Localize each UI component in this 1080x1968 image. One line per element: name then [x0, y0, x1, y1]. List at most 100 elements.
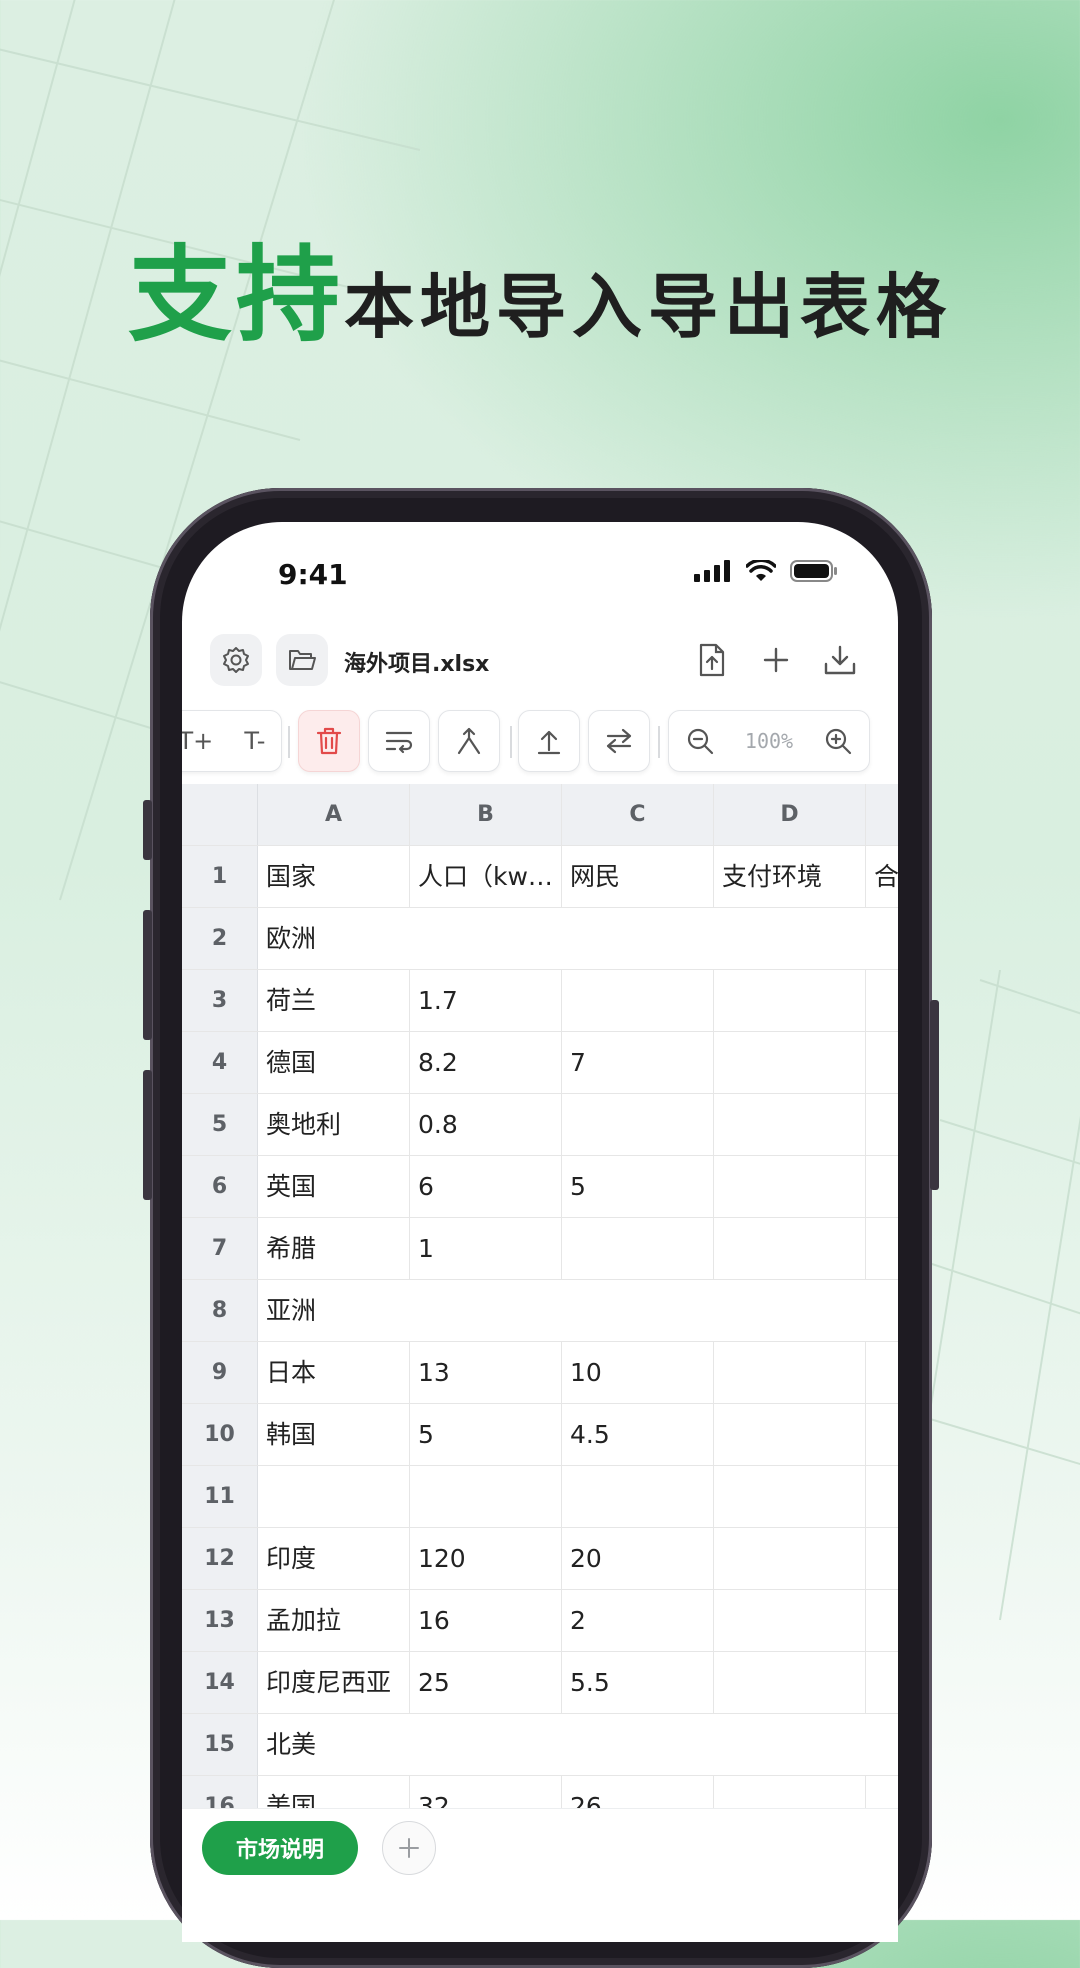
row-number[interactable]: 13	[182, 1590, 258, 1651]
zoom-in-icon[interactable]	[823, 726, 853, 756]
table-cell[interactable]: 10	[562, 1342, 714, 1403]
table-cell[interactable]	[714, 1590, 866, 1651]
settings-button[interactable]	[210, 634, 262, 686]
row-number[interactable]: 8	[182, 1280, 258, 1341]
table-cell[interactable]: 希腊	[258, 1218, 410, 1279]
row-number[interactable]: 5	[182, 1094, 258, 1155]
import-button[interactable]	[686, 634, 738, 686]
table-cell[interactable]: 英国	[258, 1156, 410, 1217]
table-cell[interactable]: 北美	[258, 1714, 898, 1775]
table-cell[interactable]: 5.5	[562, 1652, 714, 1713]
table-cell[interactable]: 32	[410, 1776, 562, 1808]
merge-button[interactable]	[438, 710, 500, 772]
table-cell[interactable]: 孟加拉	[258, 1590, 410, 1651]
font-increase-button[interactable]: T+	[182, 727, 213, 755]
table-cell[interactable]: 0.8	[410, 1094, 562, 1155]
row-number[interactable]: 14	[182, 1652, 258, 1713]
table-cell[interactable]	[258, 1466, 410, 1527]
table-cell[interactable]: 支付环境	[714, 846, 866, 907]
table-cell[interactable]	[714, 1218, 866, 1279]
delete-button[interactable]	[298, 710, 360, 772]
row-number[interactable]: 1	[182, 846, 258, 907]
row-number[interactable]: 12	[182, 1528, 258, 1589]
table-cell[interactable]: 印度	[258, 1528, 410, 1589]
table-cell[interactable]: 美国	[258, 1776, 410, 1808]
table-cell[interactable]	[866, 1776, 898, 1808]
row-number[interactable]: 4	[182, 1032, 258, 1093]
add-sheet-button[interactable]	[382, 1821, 436, 1875]
table-cell[interactable]: 13	[410, 1342, 562, 1403]
column-header[interactable]	[866, 784, 898, 845]
table-cell[interactable]: 国家	[258, 846, 410, 907]
table-cell[interactable]: 5	[410, 1404, 562, 1465]
table-cell[interactable]	[866, 1404, 898, 1465]
column-header[interactable]: A	[258, 784, 410, 845]
row-number[interactable]: 10	[182, 1404, 258, 1465]
table-cell[interactable]	[714, 1528, 866, 1589]
row-number[interactable]: 7	[182, 1218, 258, 1279]
download-button[interactable]	[814, 634, 866, 686]
table-cell[interactable]: 网民	[562, 846, 714, 907]
table-cell[interactable]: 人口（kw…	[410, 846, 562, 907]
table-cell[interactable]: 韩国	[258, 1404, 410, 1465]
table-cell[interactable]: 8.2	[410, 1032, 562, 1093]
upload-button[interactable]	[518, 710, 580, 772]
table-cell[interactable]: 德国	[258, 1032, 410, 1093]
font-decrease-button[interactable]: T-	[244, 727, 265, 755]
add-button[interactable]	[750, 634, 802, 686]
row-number[interactable]: 11	[182, 1466, 258, 1527]
table-cell[interactable]: 25	[410, 1652, 562, 1713]
table-cell[interactable]	[714, 1652, 866, 1713]
table-cell[interactable]: 1.7	[410, 970, 562, 1031]
table-cell[interactable]	[866, 1528, 898, 1589]
table-cell[interactable]	[714, 1094, 866, 1155]
table-cell[interactable]: 印度尼西亚	[258, 1652, 410, 1713]
file-name[interactable]: 海外项目.xlsx	[344, 646, 489, 678]
table-cell[interactable]	[866, 1218, 898, 1279]
table-cell[interactable]	[866, 1652, 898, 1713]
column-header[interactable]: D	[714, 784, 866, 845]
table-cell[interactable]	[714, 1156, 866, 1217]
table-cell[interactable]	[866, 1094, 898, 1155]
row-number[interactable]: 2	[182, 908, 258, 969]
table-cell[interactable]	[562, 1094, 714, 1155]
wrap-text-button[interactable]	[368, 710, 430, 772]
table-cell[interactable]	[866, 970, 898, 1031]
table-cell[interactable]: 奥地利	[258, 1094, 410, 1155]
table-cell[interactable]	[714, 1466, 866, 1527]
sheet-tab-active[interactable]: 市场说明	[202, 1821, 358, 1875]
open-folder-button[interactable]	[276, 634, 328, 686]
table-cell[interactable]: 欧洲	[258, 908, 898, 969]
table-cell[interactable]	[562, 1218, 714, 1279]
table-cell[interactable]: 合	[866, 846, 898, 907]
table-cell[interactable]	[714, 1032, 866, 1093]
table-cell[interactable]: 7	[562, 1032, 714, 1093]
row-number[interactable]: 16	[182, 1776, 258, 1808]
table-cell[interactable]: 4.5	[562, 1404, 714, 1465]
column-header[interactable]: C	[562, 784, 714, 845]
table-cell[interactable]	[866, 1590, 898, 1651]
table-cell[interactable]: 120	[410, 1528, 562, 1589]
table-cell[interactable]: 16	[410, 1590, 562, 1651]
column-header[interactable]: B	[410, 784, 562, 845]
table-cell[interactable]	[866, 1466, 898, 1527]
table-cell[interactable]	[410, 1466, 562, 1527]
table-cell[interactable]	[714, 1342, 866, 1403]
table-cell[interactable]: 2	[562, 1590, 714, 1651]
table-cell[interactable]: 日本	[258, 1342, 410, 1403]
table-cell[interactable]: 5	[562, 1156, 714, 1217]
table-cell[interactable]: 6	[410, 1156, 562, 1217]
row-number[interactable]: 3	[182, 970, 258, 1031]
table-cell[interactable]: 20	[562, 1528, 714, 1589]
corner-cell[interactable]	[182, 784, 258, 845]
table-cell[interactable]: 26	[562, 1776, 714, 1808]
table-cell[interactable]	[562, 1466, 714, 1527]
table-cell[interactable]	[714, 1776, 866, 1808]
zoom-out-icon[interactable]	[685, 726, 715, 756]
row-number[interactable]: 6	[182, 1156, 258, 1217]
row-number[interactable]: 9	[182, 1342, 258, 1403]
table-cell[interactable]: 荷兰	[258, 970, 410, 1031]
table-cell[interactable]	[866, 1342, 898, 1403]
table-cell[interactable]	[866, 1156, 898, 1217]
swap-button[interactable]	[588, 710, 650, 772]
